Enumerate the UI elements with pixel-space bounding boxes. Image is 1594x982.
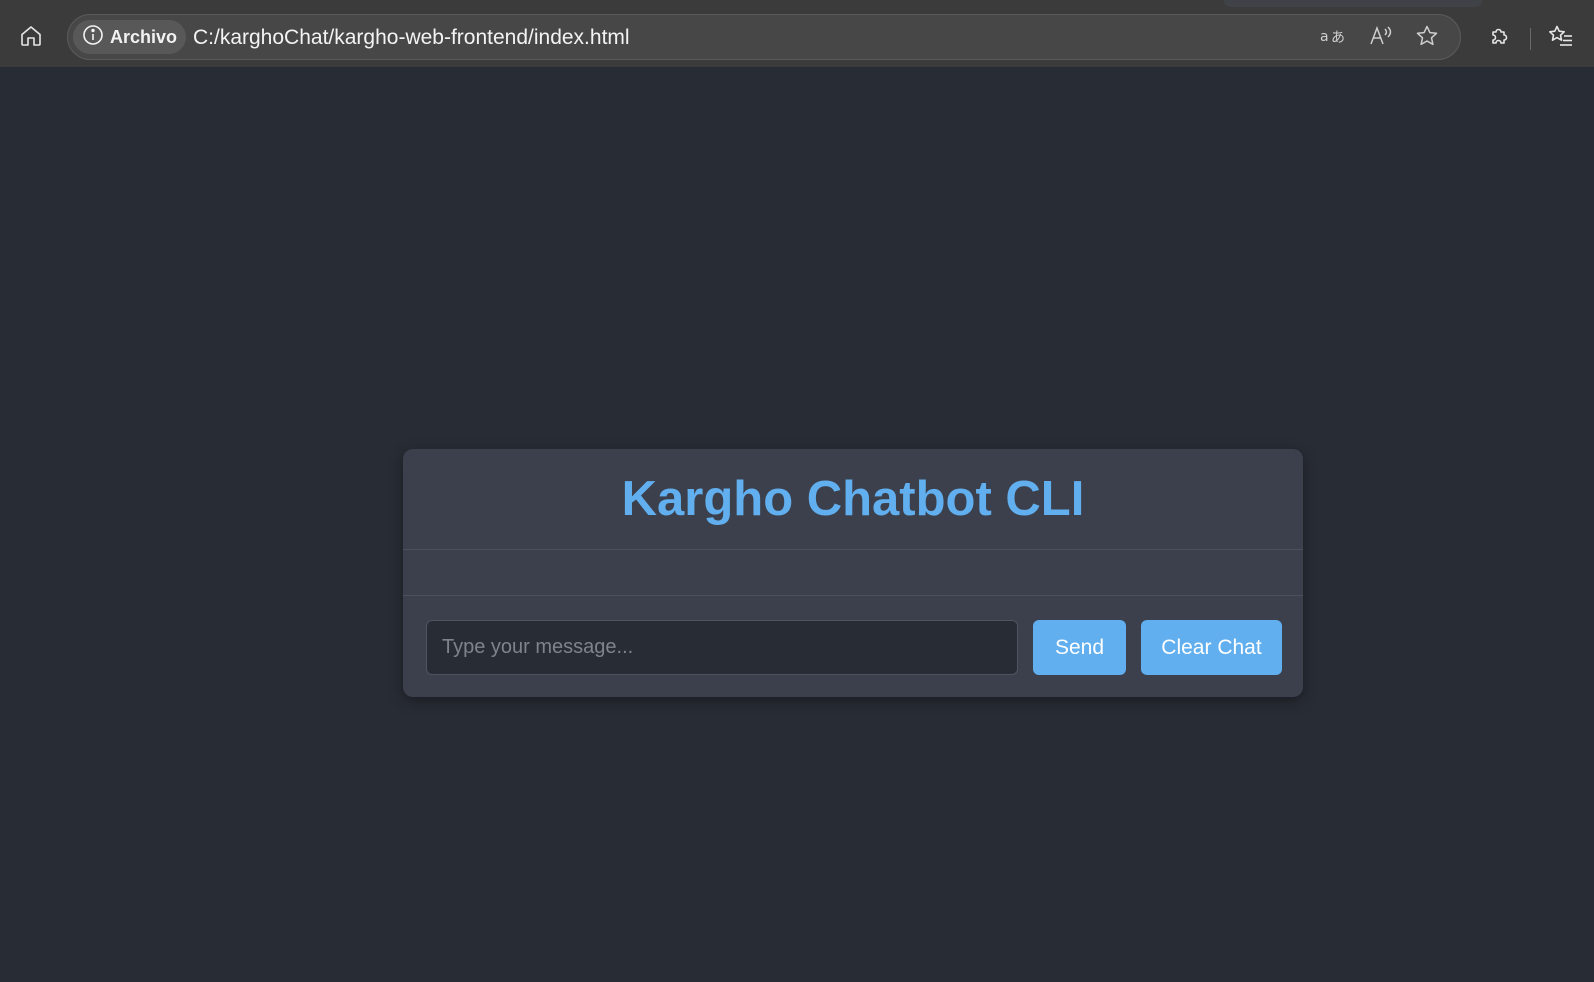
favorites-button[interactable] xyxy=(1544,21,1578,55)
read-aloud-icon xyxy=(1368,24,1394,53)
clear-chat-button[interactable]: Clear Chat xyxy=(1141,620,1282,675)
tab-strip xyxy=(0,0,1594,7)
chat-container: Kargho Chatbot CLI Send Clear Chat xyxy=(403,449,1303,697)
site-chip-label: Archivo xyxy=(110,26,178,47)
extensions-button[interactable] xyxy=(1483,21,1517,55)
url-text[interactable]: C:/karghoChat/kargho-web-frontend/index.… xyxy=(193,26,630,50)
chat-messages-area[interactable] xyxy=(403,550,1303,596)
read-aloud-button[interactable] xyxy=(1366,23,1396,53)
svg-text:a: a xyxy=(1320,29,1329,45)
chat-header: Kargho Chatbot CLI xyxy=(403,449,1303,550)
site-info-button[interactable]: Archivo xyxy=(73,20,186,54)
tab-edge[interactable] xyxy=(1224,0,1482,7)
translate-button[interactable]: a あ xyxy=(1318,23,1348,53)
toolbar-divider xyxy=(1530,28,1531,50)
favorite-button[interactable] xyxy=(1412,23,1442,53)
send-button[interactable]: Send xyxy=(1033,620,1126,675)
puzzle-icon xyxy=(1488,24,1512,53)
translate-icon: a あ xyxy=(1319,25,1347,52)
svg-text:あ: あ xyxy=(1331,30,1345,46)
home-button[interactable] xyxy=(14,21,48,55)
favorites-list-icon xyxy=(1548,24,1574,53)
home-icon xyxy=(19,24,43,53)
info-icon xyxy=(82,24,104,51)
browser-toolbar: Archivo C:/karghoChat/kargho-web-fronten… xyxy=(0,7,1594,67)
address-bar[interactable]: Archivo C:/karghoChat/kargho-web-fronten… xyxy=(67,14,1461,60)
page-title: Kargho Chatbot CLI xyxy=(621,472,1085,526)
message-input[interactable] xyxy=(426,620,1018,675)
star-icon xyxy=(1415,24,1439,53)
